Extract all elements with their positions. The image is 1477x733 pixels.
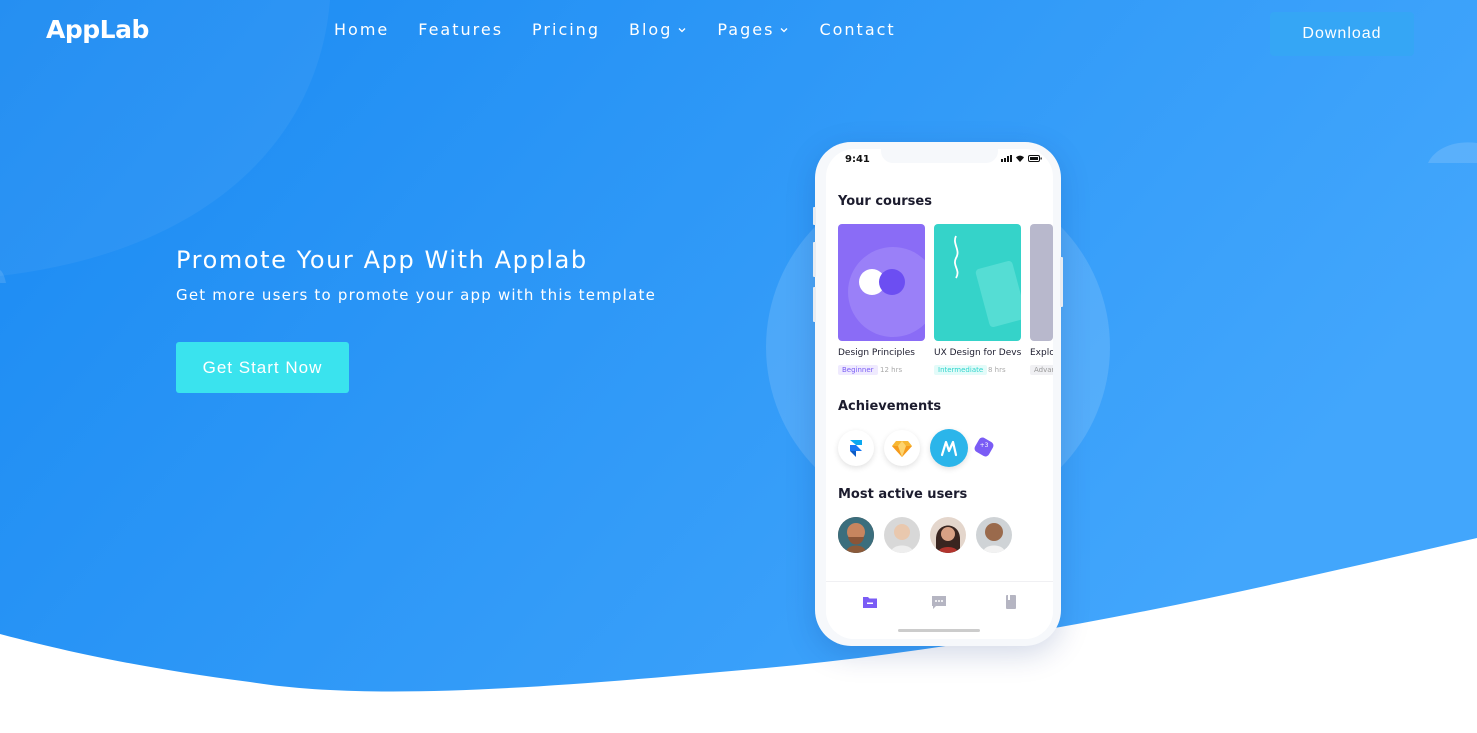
logo[interactable]: AppLab [46, 15, 149, 44]
course-hours: 12 hrs [880, 366, 903, 374]
course-hours: 8 hrs [988, 366, 1006, 374]
get-started-button[interactable]: Get Start Now [176, 342, 349, 393]
status-icons [1001, 155, 1042, 162]
battery-icon [1028, 155, 1042, 162]
phone-side-button [813, 287, 816, 322]
framer-icon [850, 440, 862, 457]
phone-mockup: 9:41 Your courses Design Principles UX D… [813, 142, 1063, 646]
achievement-badge[interactable] [884, 430, 920, 466]
course-name: Explor [1030, 348, 1053, 358]
landing-page: AppLab Home Features Pricing Blog Pages … [0, 0, 1477, 733]
download-button[interactable]: Download [1270, 12, 1414, 56]
level-badge: Advar [1030, 365, 1053, 375]
course-name: Design Principles [838, 348, 915, 358]
achievement-badge[interactable] [838, 430, 874, 466]
chevron-down-icon [780, 27, 788, 32]
m-brand-icon [940, 440, 958, 457]
nav-pricing[interactable]: Pricing [532, 20, 600, 39]
achievement-badge[interactable] [930, 429, 968, 467]
nav-pages[interactable]: Pages [717, 20, 790, 39]
nav-contact[interactable]: Contact [819, 20, 895, 39]
signal-icon [1001, 155, 1012, 162]
nav-features-label: Features [418, 20, 504, 39]
tab-bar [826, 581, 1053, 639]
nav-contact-label: Contact [819, 20, 896, 39]
avatar[interactable] [838, 517, 874, 553]
chevron-down-icon [678, 27, 686, 32]
nav-home-label: Home [334, 20, 390, 39]
phone-side-button [1060, 257, 1063, 307]
hero-subtitle: Get more users to promote your app with … [176, 286, 656, 304]
course-card-design-principles[interactable] [838, 224, 925, 341]
wifi-icon [1016, 155, 1024, 162]
level-badge: Beginner [838, 365, 878, 375]
more-achievements-count: +3 [979, 442, 989, 449]
nav-blog-label: Blog [628, 20, 673, 39]
folder-icon[interactable] [862, 594, 878, 610]
avatar[interactable] [976, 517, 1012, 553]
achievements-title: Achievements [838, 399, 942, 414]
avatar[interactable] [930, 517, 966, 553]
nav-pages-label: Pages [717, 20, 775, 39]
course-card-ux-design[interactable] [934, 224, 1021, 341]
sketch-icon [892, 440, 912, 457]
course-card-explore[interactable] [1030, 224, 1053, 341]
avatar-image [884, 517, 920, 553]
book-icon[interactable] [1003, 594, 1019, 610]
nav-blog[interactable]: Blog [629, 20, 688, 39]
avatar[interactable] [884, 517, 920, 553]
phone-side-button [813, 207, 816, 225]
status-time: 9:41 [845, 154, 870, 165]
nav-pricing-label: Pricing [532, 20, 600, 39]
phone-notch [881, 149, 998, 163]
course-art [954, 235, 1021, 327]
chat-icon[interactable] [931, 594, 947, 610]
course-art [848, 247, 925, 337]
course-name: UX Design for Devs [934, 348, 1022, 358]
nav-features[interactable]: Features [418, 20, 503, 39]
avatar-image [976, 517, 1012, 553]
hero-title: Promote Your App With Applab [176, 246, 588, 274]
level-badge: Intermediate [934, 365, 988, 375]
avatar-image [930, 517, 966, 553]
nav-home[interactable]: Home [334, 20, 389, 39]
courses-title: Your courses [838, 194, 932, 209]
home-indicator [898, 629, 980, 632]
phone-side-button [813, 242, 816, 277]
active-users-title: Most active users [838, 487, 968, 502]
phone-screen: 9:41 Your courses Design Principles UX D… [826, 149, 1053, 639]
avatar-image [838, 517, 874, 553]
main-nav: Home Features Pricing Blog Pages Contact [334, 20, 925, 39]
